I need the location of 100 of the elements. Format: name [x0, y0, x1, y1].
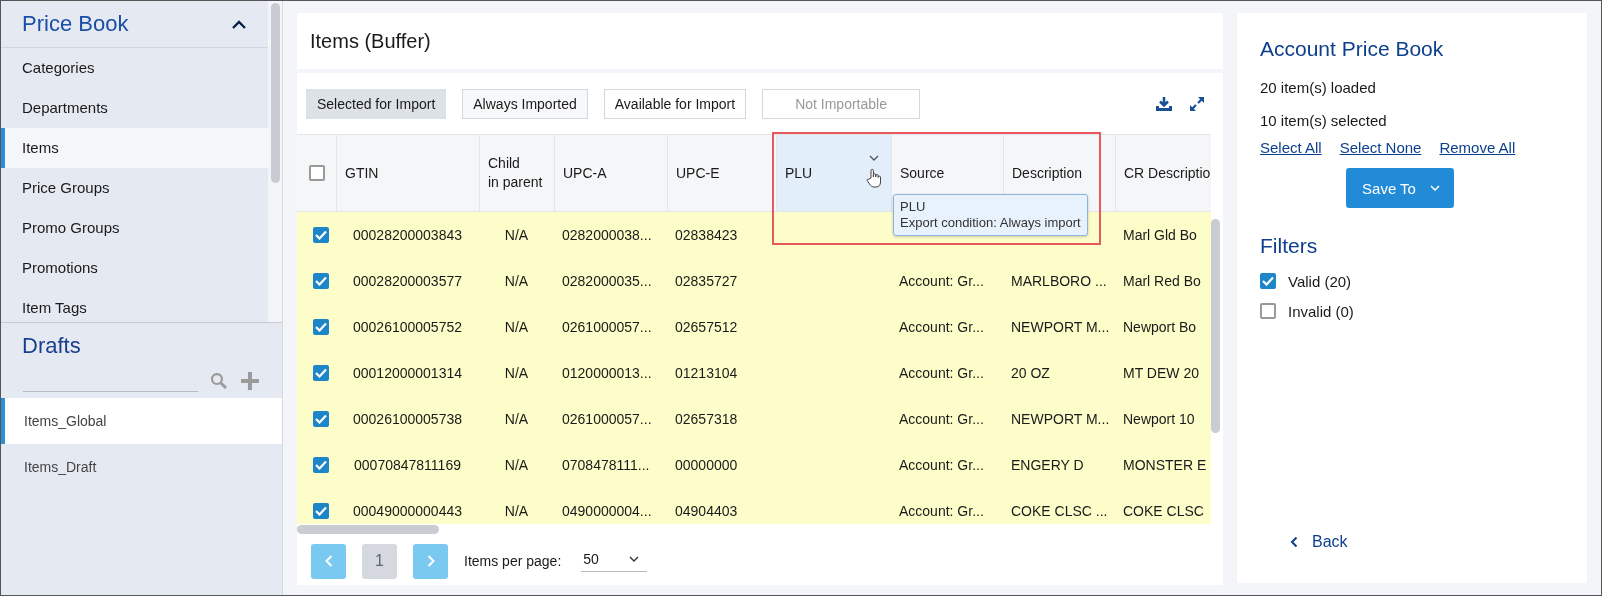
row-checkbox[interactable]: [312, 503, 329, 519]
table-cell: 00026100005752: [353, 319, 462, 335]
draft-item[interactable]: Items_Draft: [1, 444, 282, 490]
table-cell: 00028200003843: [353, 227, 462, 243]
draft-item[interactable]: Items_Global: [1, 398, 282, 444]
scrollbar-thumb[interactable]: [270, 3, 280, 183]
expand-icon[interactable]: [1189, 95, 1205, 112]
table-cell: COKE CLSC: [1123, 503, 1204, 519]
filter-tab[interactable]: Selected for Import: [306, 88, 447, 119]
caret-icon: [1429, 185, 1440, 191]
table-cell: NEWPORT M...: [1011, 411, 1110, 427]
table-cell: 01213104: [675, 365, 738, 381]
table-cell: 0120000013...: [562, 365, 652, 381]
table-cell: 00049000000443: [353, 503, 462, 519]
chevron-right-icon: [426, 555, 435, 567]
table-cell: Newport Bo: [1123, 319, 1197, 335]
table-cell: 20 OZ: [1011, 365, 1050, 381]
sidebar-item[interactable]: Categories: [1, 48, 268, 88]
sidebar-item[interactable]: Promotions: [1, 248, 268, 288]
table-cell: NEWPORT M...: [1011, 319, 1110, 335]
caret-icon: [629, 555, 640, 562]
table-cell: 00028200003577: [353, 273, 462, 289]
table-cell: Account: Gr...: [899, 365, 984, 381]
action-link[interactable]: Select All: [1260, 139, 1322, 156]
drafts-title: Drafts: [21, 332, 82, 359]
items-per-page-label: Items per page:: [464, 553, 562, 569]
search-icon[interactable]: [210, 371, 229, 390]
panel-title: Account Price Book: [1260, 37, 1445, 61]
table-cell: N/A: [504, 227, 529, 243]
back-link[interactable]: Back: [1290, 533, 1565, 551]
table-cell: Account: Gr...: [899, 457, 984, 473]
row-checkbox[interactable]: [312, 365, 329, 381]
column-header[interactable]: CR Descriptio: [1115, 135, 1211, 211]
download-icon[interactable]: [1155, 95, 1173, 112]
table-cell: 0282000038...: [562, 227, 652, 243]
chevron-left-icon: [1290, 536, 1298, 548]
sidebar-item[interactable]: Promo Groups: [1, 208, 268, 248]
table-cell: MARLBORO ...: [1011, 273, 1107, 289]
row-checkbox[interactable]: [312, 227, 329, 243]
table-cell: N/A: [504, 411, 529, 427]
table-cell: 0261000057...: [562, 319, 652, 335]
table-cell: MONSTER E: [1123, 457, 1207, 473]
table-cell: Marl Red Bo: [1123, 273, 1201, 289]
row-checkbox[interactable]: [312, 411, 329, 427]
table-cell: 0490000004...: [562, 503, 652, 519]
sidebar-item[interactable]: Item Tags: [1, 288, 268, 322]
row-checkbox[interactable]: [312, 273, 329, 289]
filter-label: Valid (20): [1288, 272, 1352, 290]
selected-count: 10 item(s) selected: [1260, 111, 1388, 131]
scrollbar-thumb[interactable]: [1211, 219, 1220, 433]
table-cell: 00070847811169: [354, 457, 461, 473]
table-cell: 04904403: [675, 503, 738, 519]
table-cell: MT DEW 20: [1123, 365, 1199, 381]
table-cell: Account: Gr...: [899, 411, 984, 427]
table-cell: 00012000001314: [353, 365, 462, 381]
row-checkbox[interactable]: [312, 319, 329, 335]
filter-checkbox[interactable]: [1260, 303, 1276, 319]
filters-title: Filters: [1260, 234, 1319, 258]
sidebar-item[interactable]: Departments: [1, 88, 268, 128]
page-button[interactable]: 1: [362, 543, 397, 579]
hand-cursor-icon: [866, 168, 882, 188]
table-cell: N/A: [504, 365, 529, 381]
table-cell: 02657318: [675, 411, 738, 427]
table-cell: Account: Gr...: [899, 319, 984, 335]
save-to-button[interactable]: Save To: [1346, 168, 1454, 208]
table-cell: N/A: [504, 457, 529, 473]
filter-label: Invalid (0): [1288, 302, 1354, 320]
row-checkbox[interactable]: [312, 457, 329, 473]
tooltip-text: Export condition: Always import: [900, 215, 1081, 231]
table-cell: N/A: [504, 503, 529, 519]
table-cell: 00026100005738: [353, 411, 462, 427]
plus-icon[interactable]: [240, 370, 260, 391]
table-cell: Account: Gr...: [899, 503, 984, 519]
table-cell: 0282000035...: [562, 273, 652, 289]
table-cell: 02835727: [675, 273, 738, 289]
action-link[interactable]: Select None: [1339, 139, 1422, 156]
sidebar-item[interactable]: Price Groups: [1, 168, 268, 208]
table-cell: Account: Gr...: [899, 273, 984, 289]
chevron-up-icon[interactable]: [232, 19, 246, 29]
column-header[interactable]: GTIN: [336, 135, 479, 211]
sidebar-item[interactable]: Items: [1, 128, 268, 168]
chevron-left-icon: [324, 555, 333, 567]
table-cell: Newport 10: [1123, 411, 1195, 427]
table-cell: 02838423: [675, 227, 738, 243]
column-header[interactable]: Child in parent: [479, 135, 554, 211]
table-cell: N/A: [504, 273, 529, 289]
column-header[interactable]: PLU: [776, 135, 891, 211]
filter-tab[interactable]: Available for Import: [603, 88, 747, 119]
filter-checkbox[interactable]: [1260, 273, 1276, 289]
table-cell: N/A: [504, 319, 529, 335]
table-cell: 0708478111...: [562, 457, 650, 473]
items-per-page-select[interactable]: 50: [581, 550, 648, 572]
filter-tab[interactable]: Always Imported: [462, 88, 588, 119]
table-cell: 00000000: [675, 457, 738, 473]
table-cell: 0261000057...: [562, 411, 652, 427]
action-link[interactable]: Remove All: [1439, 139, 1516, 156]
select-all-checkbox[interactable]: [308, 165, 325, 181]
caret-icon[interactable]: [869, 155, 879, 161]
scrollbar-thumb[interactable]: [297, 525, 439, 534]
column-header[interactable]: UPC-A: [554, 135, 667, 211]
